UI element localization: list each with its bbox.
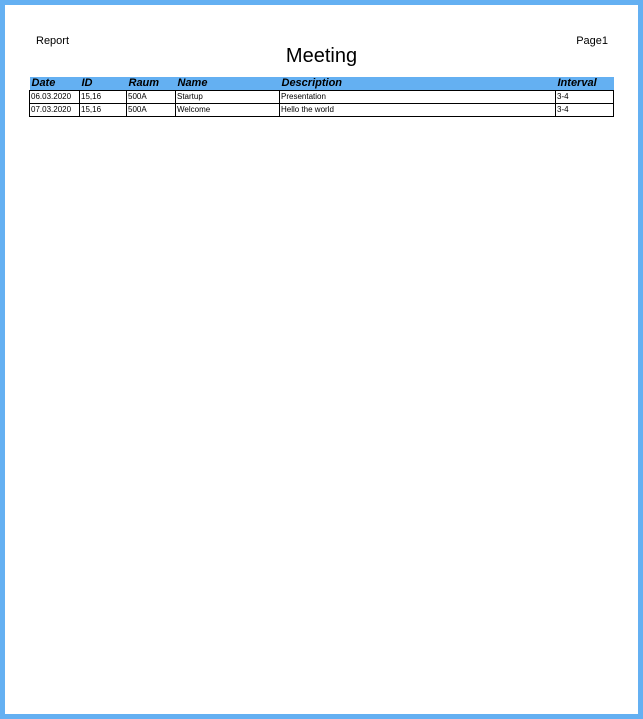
column-header-raum: Raum [126, 77, 176, 91]
cell-raum: 500A [126, 103, 176, 117]
column-header-date: Date [29, 77, 80, 91]
column-header-id: ID [79, 77, 127, 91]
cell-interval: 3-4 [555, 90, 614, 104]
cell-description: Presentation [279, 90, 556, 104]
cell-raum: 500A [126, 90, 176, 104]
table-header-row: Date ID Raum Name Description Interval [29, 77, 614, 91]
meeting-table: Date ID Raum Name Description Interval 0… [29, 77, 614, 117]
cell-name: Startup [175, 90, 280, 104]
table-row: 07.03.2020 15,16 500A Welcome Hello the … [29, 103, 614, 117]
column-header-name: Name [175, 77, 280, 91]
cell-date: 06.03.2020 [29, 90, 80, 104]
table-row: 06.03.2020 15,16 500A Startup Presentati… [29, 90, 614, 104]
cell-id: 15,16 [79, 103, 127, 117]
column-header-description: Description [279, 77, 556, 91]
report-title: Meeting [285, 45, 358, 67]
cell-name: Welcome [175, 103, 280, 117]
cell-description: Hello the world [279, 103, 556, 117]
cell-id: 15,16 [79, 90, 127, 104]
cell-date: 07.03.2020 [29, 103, 80, 117]
column-header-interval: Interval [555, 77, 614, 91]
cell-interval: 3-4 [555, 103, 614, 117]
